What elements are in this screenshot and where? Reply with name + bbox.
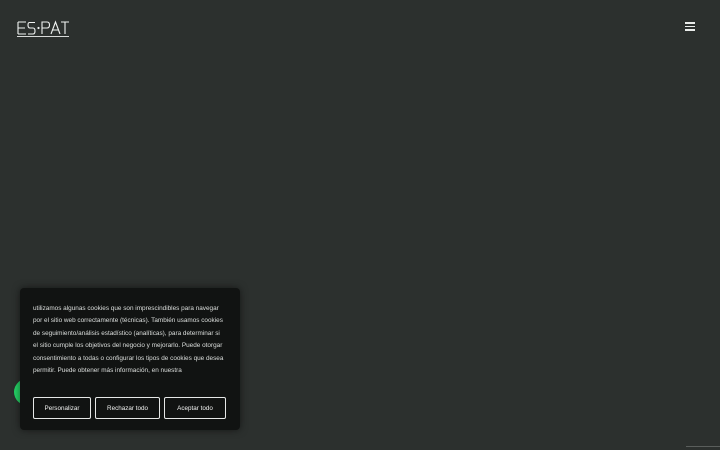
divider (686, 446, 720, 447)
cookie-consent-banner: utilizamos algunas cookies que son impre… (20, 288, 240, 430)
accept-all-cookies-button[interactable]: Aceptar todo (164, 397, 226, 419)
menu-line (685, 25, 695, 28)
hamburger-menu-icon[interactable] (682, 18, 699, 35)
page: utilizamos algunas cookies que son impre… (0, 0, 720, 450)
menu-line (685, 29, 695, 31)
espat-logo[interactable] (17, 18, 71, 38)
menu-line (685, 22, 695, 24)
reject-all-cookies-button[interactable]: Rechazar todo (95, 397, 160, 419)
logo-wordmark (17, 20, 69, 38)
cookie-button-group: Personalizar Rechazar todo Aceptar todo (33, 397, 226, 419)
cookie-consent-text: utilizamos algunas cookies que son impre… (33, 305, 224, 375)
customize-cookies-button[interactable]: Personalizar (33, 397, 91, 419)
